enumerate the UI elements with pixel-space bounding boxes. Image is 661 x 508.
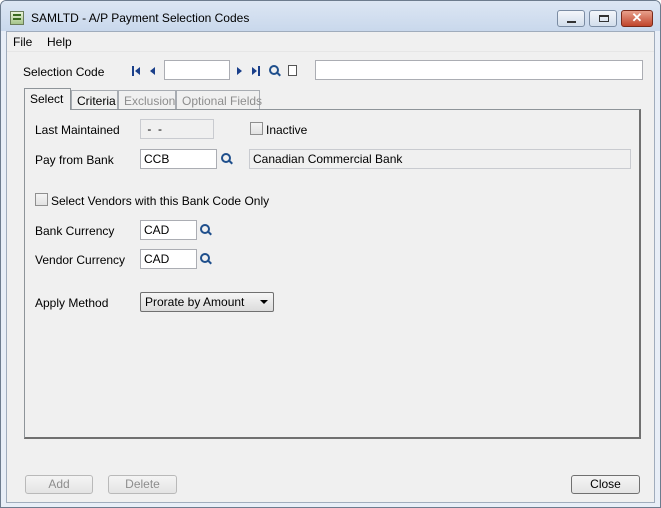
next-record-button[interactable] (236, 65, 244, 77)
close-button[interactable]: Close (571, 475, 640, 494)
pay-from-bank-input[interactable]: CCB (140, 149, 217, 169)
menu-bar: File Help (7, 32, 654, 52)
apply-method-select[interactable]: Prorate by Amount (140, 292, 274, 312)
last-record-button[interactable] (251, 65, 263, 77)
tab-select[interactable]: Select (24, 88, 71, 110)
minimize-icon (567, 21, 576, 23)
add-button[interactable]: Add (25, 475, 93, 494)
inactive-checkbox[interactable] (250, 122, 263, 135)
bank-currency-input[interactable]: CAD (140, 220, 197, 240)
tab-exclusion-label: Exclusion (124, 94, 176, 108)
chevron-down-icon (260, 300, 268, 304)
bank-currency-label: Bank Currency (35, 224, 115, 238)
bank-description-field: Canadian Commercial Bank (249, 149, 631, 169)
first-record-icon (135, 67, 140, 75)
window-content: File Help Selection Code Select Criteria… (6, 31, 655, 503)
select-tab-panel: Last Maintained - - Inactive Pay from Ba… (24, 109, 641, 439)
title-bar: SAMLTD - A/P Payment Selection Codes ✕ (1, 1, 660, 31)
close-icon: ✕ (631, 10, 643, 25)
first-bar (132, 66, 134, 76)
tab-optional-fields-label: Optional Fields (182, 94, 263, 108)
bank-currency-search-icon[interactable] (200, 224, 212, 236)
menu-file[interactable]: File (13, 35, 32, 49)
tab-criteria[interactable]: Criteria (71, 90, 118, 109)
vendor-currency-label: Vendor Currency (35, 253, 126, 267)
new-document-icon[interactable] (288, 65, 297, 76)
tab-exclusion[interactable]: Exclusion (118, 90, 176, 109)
selection-code-description-input[interactable] (315, 60, 643, 80)
tab-optional-fields[interactable]: Optional Fields (176, 90, 263, 109)
selection-code-label: Selection Code (23, 65, 105, 79)
last-record-icon (252, 67, 257, 75)
last-maintained-label: Last Maintained (35, 123, 120, 137)
tab-select-label: Select (30, 92, 64, 106)
apply-method-value: Prorate by Amount (145, 295, 245, 309)
next-record-icon (237, 67, 242, 75)
maximize-button[interactable] (589, 10, 617, 27)
search-icon[interactable] (269, 65, 281, 77)
apply-method-label: Apply Method (35, 296, 109, 310)
first-record-button[interactable] (132, 65, 144, 77)
vendor-currency-search-icon[interactable] (200, 253, 212, 265)
menu-help[interactable]: Help (47, 35, 72, 49)
previous-record-button[interactable] (149, 65, 157, 77)
maximize-icon (599, 15, 609, 22)
delete-button[interactable]: Delete (108, 475, 177, 494)
selection-code-input[interactable] (164, 60, 230, 80)
minimize-button[interactable] (557, 10, 585, 27)
vendors-bank-only-checkbox[interactable] (35, 193, 48, 206)
inactive-label: Inactive (266, 123, 308, 137)
app-window: SAMLTD - A/P Payment Selection Codes ✕ F… (0, 0, 661, 508)
previous-record-icon (150, 67, 155, 75)
pay-from-bank-search-icon[interactable] (221, 153, 233, 165)
app-icon (10, 11, 24, 25)
last-bar (258, 66, 260, 76)
pay-from-bank-label: Pay from Bank (35, 153, 114, 167)
last-maintained-value: - - (140, 119, 214, 139)
tab-criteria-label: Criteria (77, 94, 116, 108)
window-title: SAMLTD - A/P Payment Selection Codes (31, 11, 250, 25)
vendor-currency-input[interactable]: CAD (140, 249, 197, 269)
close-window-button[interactable]: ✕ (621, 10, 653, 27)
vendors-bank-only-label: Select Vendors with this Bank Code Only (51, 194, 270, 208)
